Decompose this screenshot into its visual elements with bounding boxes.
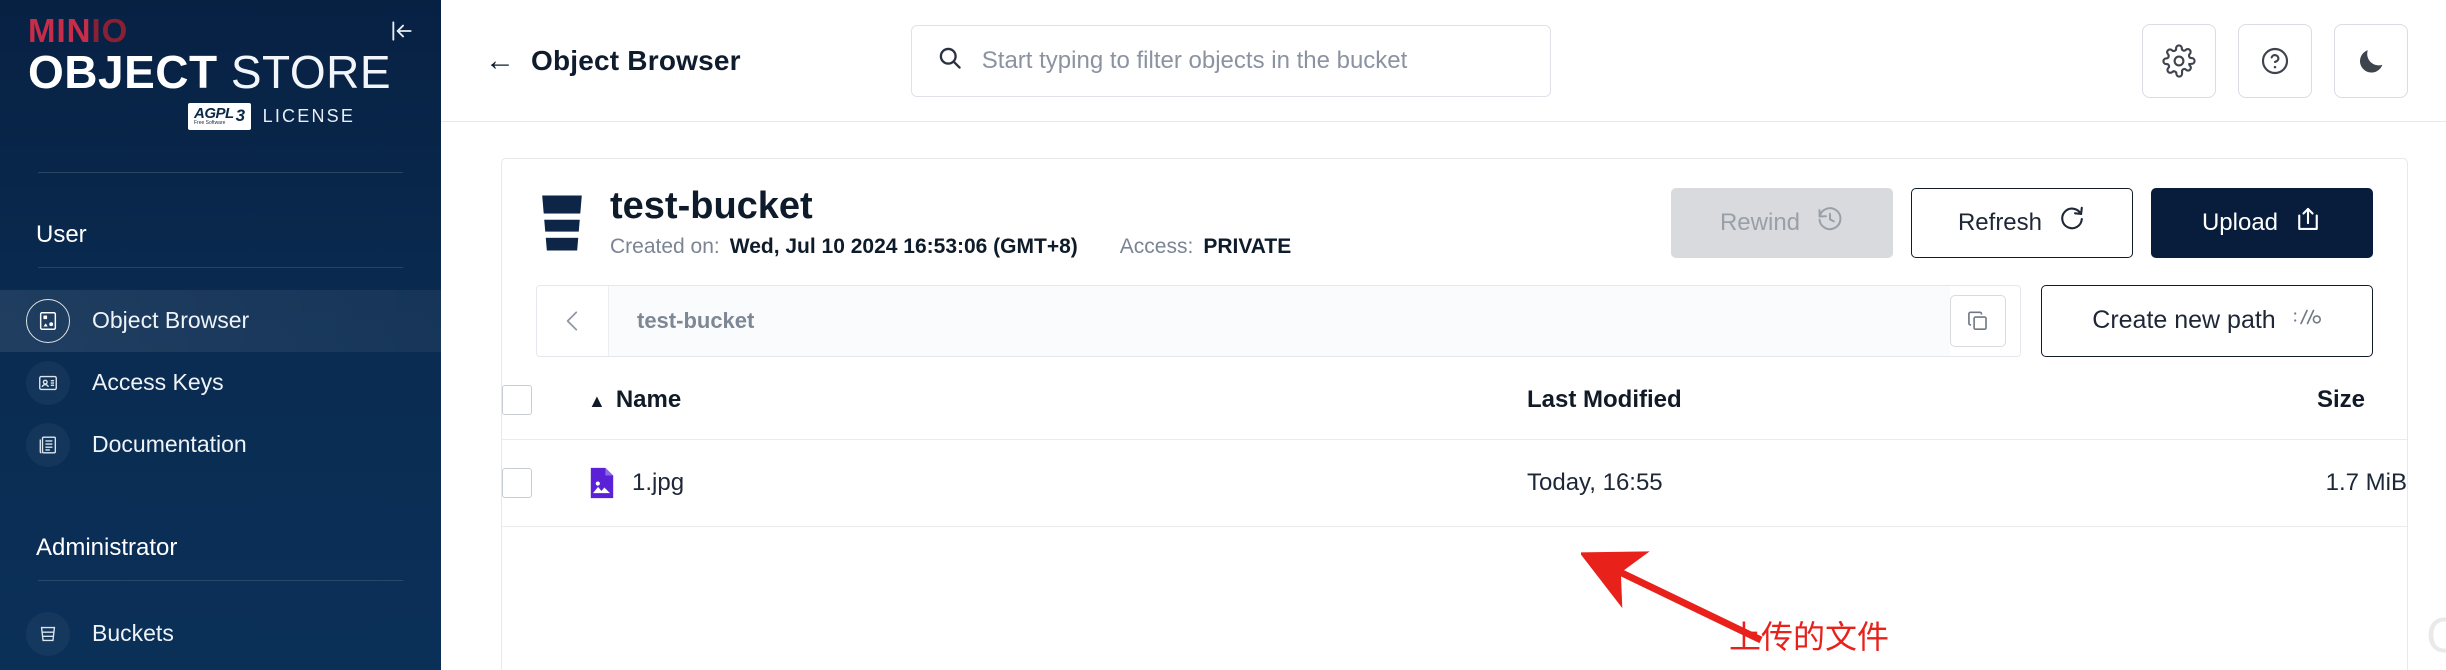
row-size-cell: 1.7 MiB bbox=[2325, 468, 2407, 496]
access-keys-icon bbox=[26, 360, 70, 405]
create-new-path-button[interactable]: Create new path bbox=[2041, 284, 2373, 357]
collapse-sidebar-icon[interactable] bbox=[385, 14, 419, 48]
sidebar-nav-administrator: Buckets bbox=[0, 603, 441, 665]
search-box[interactable] bbox=[910, 24, 1551, 97]
brand-object-store: OBJECT STORE bbox=[28, 46, 441, 98]
refresh-button-label: Refresh bbox=[1957, 208, 2043, 236]
upload-button-label: Upload bbox=[2201, 208, 2279, 236]
sidebar-nav-user: Object Browser Access Keys Documentation bbox=[0, 289, 441, 476]
license-label: LICENSE bbox=[262, 105, 356, 126]
brand-object: OBJECT bbox=[28, 46, 218, 98]
sidebar-divider-user bbox=[38, 266, 403, 268]
row-last-modified-cell: Today, 16:55 bbox=[1527, 468, 1663, 496]
breadcrumb: test-bucket bbox=[536, 284, 2021, 357]
refresh-icon bbox=[2058, 205, 2086, 240]
object-browser-icon bbox=[26, 298, 70, 343]
sidebar: MINIO OBJECT STORE AGPL Free Software 3 … bbox=[0, 0, 441, 670]
bucket-header: test-bucket Created on: Wed, Jul 10 2024… bbox=[502, 159, 2407, 281]
settings-button[interactable] bbox=[2142, 23, 2216, 98]
agpl-badge-version: 3 bbox=[235, 106, 245, 126]
row-select-cell bbox=[502, 439, 588, 526]
upload-button[interactable]: Upload bbox=[2151, 187, 2373, 258]
bucket-name: test-bucket bbox=[610, 185, 813, 227]
path-slash-icon bbox=[2292, 304, 2322, 337]
rewind-button[interactable]: Rewind bbox=[1671, 187, 1893, 258]
objects-table-head: ▲ Name Last Modified Size bbox=[502, 379, 2407, 440]
minio-logo: MINIO OBJECT STORE AGPL Free Software 3 … bbox=[0, 0, 441, 130]
rewind-button-label: Rewind bbox=[1719, 208, 1801, 236]
brand-store: STORE bbox=[217, 46, 392, 98]
annotation-note: 上传的文件 bbox=[1729, 618, 1890, 656]
bucket-meta: Created on: Wed, Jul 10 2024 16:53:06 (G… bbox=[610, 235, 1291, 259]
page-title: Object Browser bbox=[531, 44, 741, 76]
brand-min: MIN bbox=[28, 12, 92, 49]
image-file-icon bbox=[588, 466, 616, 500]
column-header-size-label: Size bbox=[2316, 385, 2365, 413]
row-name-cell: 1.jpg bbox=[588, 439, 1527, 526]
table-row[interactable]: 1.jpg Today, 16:55 1.7 MiB bbox=[502, 439, 2407, 527]
access-label: Access: bbox=[1119, 234, 1194, 258]
column-header-name-label: Name bbox=[615, 385, 682, 413]
refresh-button[interactable]: Refresh bbox=[1911, 187, 2133, 258]
chevron-left-icon[interactable] bbox=[537, 285, 609, 356]
breadcrumb-path[interactable]: test-bucket bbox=[609, 285, 1950, 356]
dark-mode-button[interactable] bbox=[2334, 23, 2408, 98]
row-name-label: 1.jpg bbox=[632, 468, 685, 496]
path-row: test-bucket Create new path bbox=[502, 284, 2407, 357]
created-on-label: Created on: bbox=[610, 234, 720, 258]
bucket-actions: Rewind Refresh Upload bbox=[1671, 187, 2373, 258]
objects-table-body: 1.jpg Today, 16:55 1.7 MiB bbox=[502, 439, 2407, 527]
sidebar-item-label-buckets: Buckets bbox=[92, 620, 174, 647]
main-content: ← Object Browser Start typing to filter … bbox=[441, 0, 2446, 670]
column-header-size[interactable]: Size bbox=[2047, 379, 2407, 440]
row-checkbox[interactable] bbox=[502, 467, 532, 498]
minio-object-browser-page: MINIO OBJECT STORE AGPL Free Software 3 … bbox=[0, 0, 2446, 670]
sidebar-item-buckets[interactable]: Buckets bbox=[0, 603, 441, 665]
sidebar-item-label-documentation: Documentation bbox=[92, 431, 247, 458]
create-new-path-label: Create new path bbox=[2092, 306, 2276, 335]
sidebar-item-object-browser[interactable]: Object Browser bbox=[0, 289, 441, 352]
sidebar-item-access-keys[interactable]: Access Keys bbox=[0, 352, 441, 414]
sidebar-section-administrator-title: Administrator bbox=[36, 533, 178, 561]
created-on-value: Wed, Jul 10 2024 16:53:06 (GMT+8) bbox=[729, 234, 1078, 258]
column-header-last-modified[interactable]: Last Modified bbox=[1527, 379, 2047, 440]
objects-table: ▲ Name Last Modified Size 1.jpg Today, 1… bbox=[502, 379, 2407, 527]
bucket-text-block: test-bucket Created on: Wed, Jul 10 2024… bbox=[610, 185, 1291, 259]
sidebar-item-documentation[interactable]: Documentation bbox=[0, 414, 441, 476]
table-header-row: ▲ Name Last Modified Size bbox=[502, 379, 2407, 440]
documentation-icon bbox=[26, 422, 70, 467]
select-all-cell bbox=[502, 379, 588, 440]
sidebar-item-label-access-keys: Access Keys bbox=[92, 369, 224, 396]
column-header-last-modified-label: Last Modified bbox=[1527, 385, 1682, 413]
sidebar-divider-admin bbox=[38, 579, 403, 581]
help-button[interactable] bbox=[2238, 23, 2312, 98]
agpl-badge-icon: AGPL Free Software 3 bbox=[188, 102, 251, 130]
topbar: ← Object Browser bbox=[441, 0, 2446, 122]
sidebar-item-label-object-browser: Object Browser bbox=[92, 307, 250, 334]
bucket-panel: test-bucket Created on: Wed, Jul 10 2024… bbox=[501, 158, 2408, 670]
copy-icon[interactable] bbox=[1950, 294, 2006, 347]
csdn-watermark: CSDN @幼zi园 bbox=[2426, 609, 2446, 663]
bucket-icon bbox=[536, 192, 588, 254]
sidebar-section-user-title: User bbox=[36, 220, 87, 248]
column-header-name[interactable]: ▲ Name bbox=[588, 379, 1527, 440]
brand-io: IO bbox=[91, 12, 129, 49]
search-icon bbox=[936, 44, 964, 77]
sort-ascending-icon: ▲ bbox=[588, 390, 606, 411]
select-all-checkbox[interactable] bbox=[502, 384, 532, 415]
access-value: PRIVATE bbox=[1203, 234, 1292, 258]
buckets-icon bbox=[26, 611, 70, 656]
license-row: AGPL Free Software 3 LICENSE bbox=[188, 102, 441, 130]
search-input[interactable] bbox=[981, 46, 1526, 75]
rewind-clock-icon bbox=[1816, 205, 1844, 240]
upload-icon bbox=[2294, 205, 2322, 240]
brand-minio: MINIO bbox=[28, 14, 441, 47]
back-arrow-icon[interactable]: ← bbox=[485, 45, 515, 76]
